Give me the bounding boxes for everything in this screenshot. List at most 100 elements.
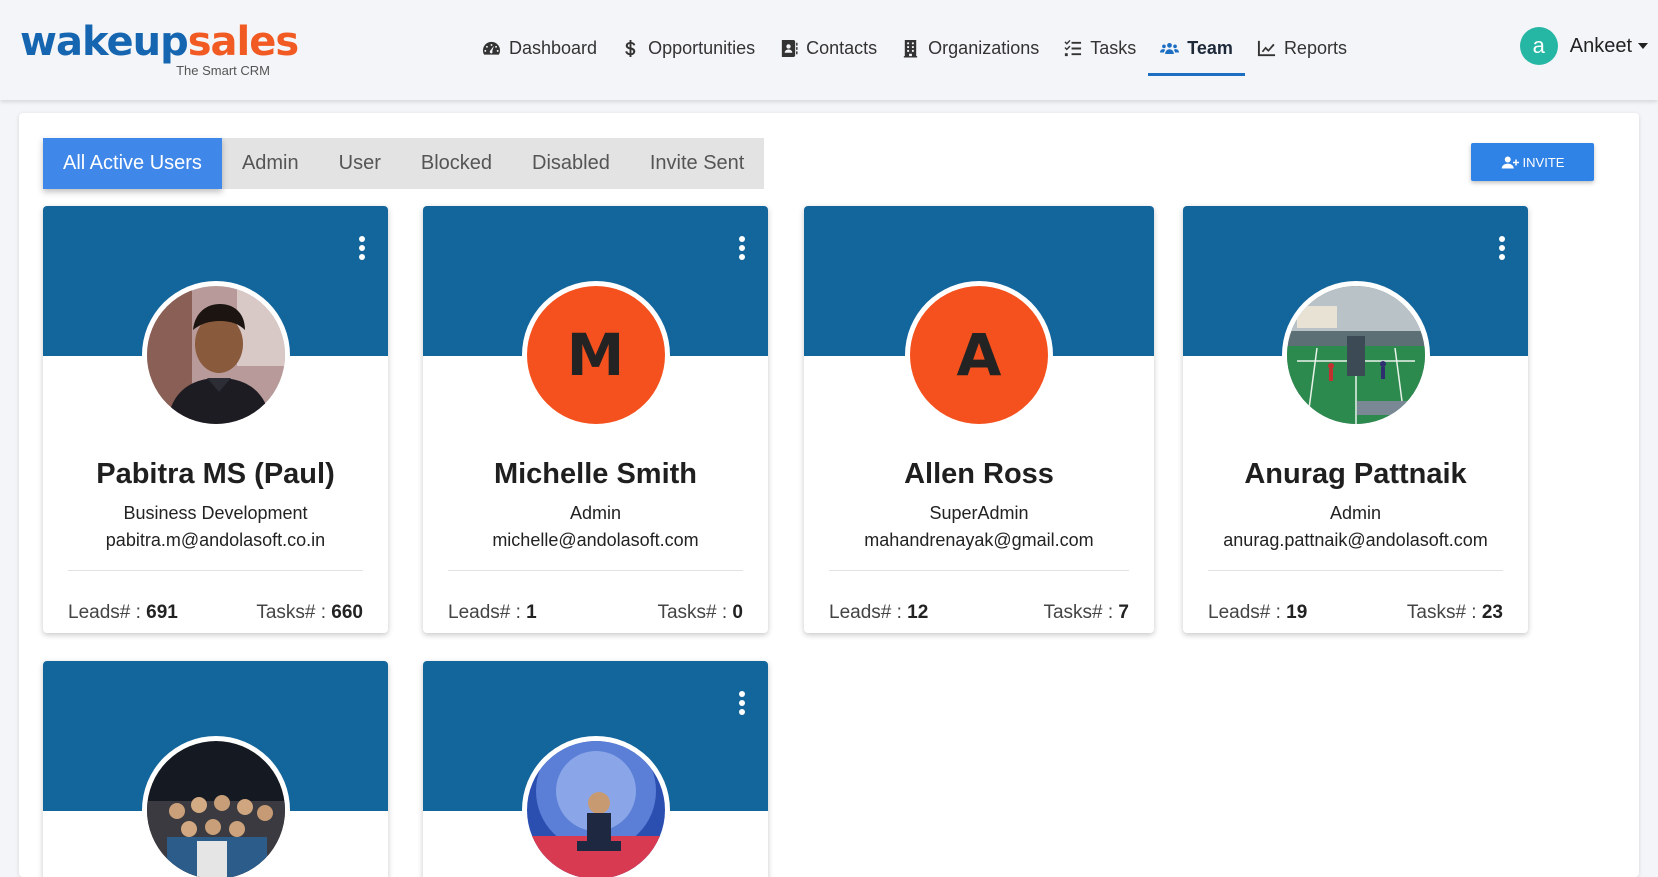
user-role: Admin bbox=[1329, 503, 1382, 523]
user-card[interactable]: Anurag Pattnaik Admin anurag.pattnaik@an… bbox=[1183, 206, 1528, 633]
nav-tasks[interactable]: Tasks bbox=[1051, 28, 1148, 68]
nav-dashboard-label: Dashboard bbox=[509, 37, 598, 58]
user-photo bbox=[1286, 286, 1425, 424]
user-plus-icon bbox=[1501, 156, 1519, 168]
more-options-icon[interactable] bbox=[1496, 236, 1508, 262]
invite-button-label: INVITE bbox=[1522, 154, 1565, 170]
card-divider bbox=[829, 570, 1129, 571]
nav-contacts-label: Contacts bbox=[806, 37, 878, 58]
card-divider bbox=[1208, 570, 1503, 571]
user-card[interactable]: A Allen Ross SuperAdmin mahandrenayak@gm… bbox=[804, 206, 1154, 633]
leads-stat: Leads# : 19 bbox=[1208, 602, 1308, 623]
card-divider bbox=[448, 570, 743, 571]
leads-stat: Leads# : 1 bbox=[448, 602, 537, 623]
nav-reports-label: Reports bbox=[1283, 37, 1347, 58]
avatar bbox=[521, 736, 670, 877]
tasks-stat: Tasks# : 0 bbox=[657, 602, 743, 623]
nav-reports[interactable]: Reports bbox=[1245, 28, 1359, 68]
user-email: michelle@andolasoft.com bbox=[492, 530, 699, 550]
user-photo bbox=[526, 741, 665, 877]
user-card[interactable]: Pabitra MS (Paul) Business Development p… bbox=[43, 206, 388, 633]
user-card[interactable] bbox=[43, 661, 388, 877]
avatar-initial: M bbox=[526, 286, 665, 424]
more-options-icon[interactable] bbox=[356, 236, 368, 262]
user-menu[interactable]: a Ankeet bbox=[1519, 26, 1648, 66]
tasks-count: 660 bbox=[331, 602, 363, 623]
invite-button[interactable]: INVITE bbox=[1471, 143, 1594, 181]
logo-wake-text: wakeup bbox=[20, 19, 189, 65]
nav-team[interactable]: Team bbox=[1148, 28, 1245, 76]
address-book-icon bbox=[781, 39, 798, 57]
avatar bbox=[141, 736, 290, 877]
logo-sales-text: sales bbox=[187, 19, 299, 65]
card-stats: Leads# : 12 Tasks# : 7 bbox=[829, 602, 1129, 624]
logo-tagline: The Smart CRM bbox=[176, 63, 270, 78]
tab-admin[interactable]: Admin bbox=[222, 138, 319, 189]
user-filter-tabs: All Active Users Admin User Blocked Disa… bbox=[43, 138, 765, 189]
chart-line-icon bbox=[1257, 40, 1275, 56]
more-options-icon[interactable] bbox=[736, 236, 748, 262]
user-avatar[interactable]: a bbox=[1519, 27, 1558, 65]
tab-all-active-users[interactable]: All Active Users bbox=[43, 138, 222, 189]
nav-team-label: Team bbox=[1187, 37, 1233, 58]
tab-disabled[interactable]: Disabled bbox=[512, 138, 630, 189]
user-name[interactable]: Ankeet bbox=[1570, 35, 1632, 58]
card-stats: Leads# : 19 Tasks# : 23 bbox=[1208, 602, 1503, 624]
main-nav: Dashboard Opportunities Contacts Organiz… bbox=[470, 28, 1359, 76]
user-email: pabitra.m@andolasoft.co.in bbox=[105, 530, 326, 550]
tasks-count: 0 bbox=[732, 602, 743, 623]
tab-user[interactable]: User bbox=[319, 138, 401, 189]
tab-blocked[interactable]: Blocked bbox=[401, 138, 512, 189]
nav-opportunities-label: Opportunities bbox=[648, 37, 756, 58]
user-role: SuperAdmin bbox=[929, 503, 1029, 523]
team-panel: All Active Users Admin User Blocked Disa… bbox=[19, 113, 1639, 877]
card-stats: Leads# : 1 Tasks# : 0 bbox=[448, 602, 743, 624]
nav-contacts[interactable]: Contacts bbox=[767, 28, 889, 68]
tasks-stat: Tasks# : 660 bbox=[256, 602, 363, 623]
user-name: Michelle Smith bbox=[493, 458, 698, 490]
nav-opportunities[interactable]: Opportunities bbox=[609, 28, 767, 68]
tasks-count: 7 bbox=[1118, 602, 1129, 623]
tasks-stat: Tasks# : 23 bbox=[1406, 602, 1503, 623]
user-email: anurag.pattnaik@andolasoft.com bbox=[1223, 530, 1488, 550]
nav-organizations-label: Organizations bbox=[928, 37, 1040, 58]
user-name: Allen Ross bbox=[904, 458, 1054, 490]
tab-invite-sent[interactable]: Invite Sent bbox=[630, 138, 765, 189]
more-options-icon[interactable] bbox=[736, 691, 748, 717]
tasks-stat: Tasks# : 7 bbox=[1043, 602, 1129, 623]
nav-organizations[interactable]: Organizations bbox=[889, 28, 1051, 68]
chevron-down-icon[interactable] bbox=[1638, 43, 1648, 49]
logo[interactable]: wakeupsales The Smart CRM bbox=[20, 19, 299, 80]
avatar bbox=[141, 281, 290, 429]
user-photo bbox=[146, 286, 285, 424]
dollar-icon bbox=[625, 39, 636, 57]
leads-stat: Leads# : 691 bbox=[68, 602, 178, 623]
leads-count: 691 bbox=[146, 602, 178, 623]
card-stats: Leads# : 691 Tasks# : 660 bbox=[68, 602, 363, 624]
user-email: mahandrenayak@gmail.com bbox=[864, 530, 1094, 550]
nav-tasks-label: Tasks bbox=[1090, 37, 1137, 58]
user-card[interactable] bbox=[423, 661, 768, 877]
nav-dashboard[interactable]: Dashboard bbox=[470, 28, 609, 68]
avatar-initial: A bbox=[910, 286, 1048, 424]
user-role: Admin bbox=[569, 503, 622, 523]
user-name: Anurag Pattnaik bbox=[1244, 458, 1467, 490]
users-icon bbox=[1160, 42, 1180, 54]
user-card[interactable]: M Michelle Smith Admin michelle@andolaso… bbox=[423, 206, 768, 633]
leads-count: 1 bbox=[526, 602, 537, 623]
leads-count: 12 bbox=[907, 602, 929, 623]
tasks-icon bbox=[1064, 39, 1082, 56]
avatar: A bbox=[905, 281, 1053, 429]
tasks-count: 23 bbox=[1481, 602, 1503, 623]
user-photo bbox=[146, 741, 285, 877]
building-icon bbox=[904, 39, 918, 58]
gauge-icon bbox=[482, 41, 501, 55]
user-name: Pabitra MS (Paul) bbox=[96, 458, 335, 490]
top-navbar: wakeupsales The Smart CRM Dashboard Oppo… bbox=[0, 0, 1658, 100]
leads-count: 19 bbox=[1286, 602, 1308, 623]
avatar bbox=[1281, 281, 1430, 429]
avatar: M bbox=[521, 281, 670, 429]
user-role: Business Development bbox=[123, 503, 308, 523]
leads-stat: Leads# : 12 bbox=[829, 602, 929, 623]
card-divider bbox=[68, 570, 363, 571]
